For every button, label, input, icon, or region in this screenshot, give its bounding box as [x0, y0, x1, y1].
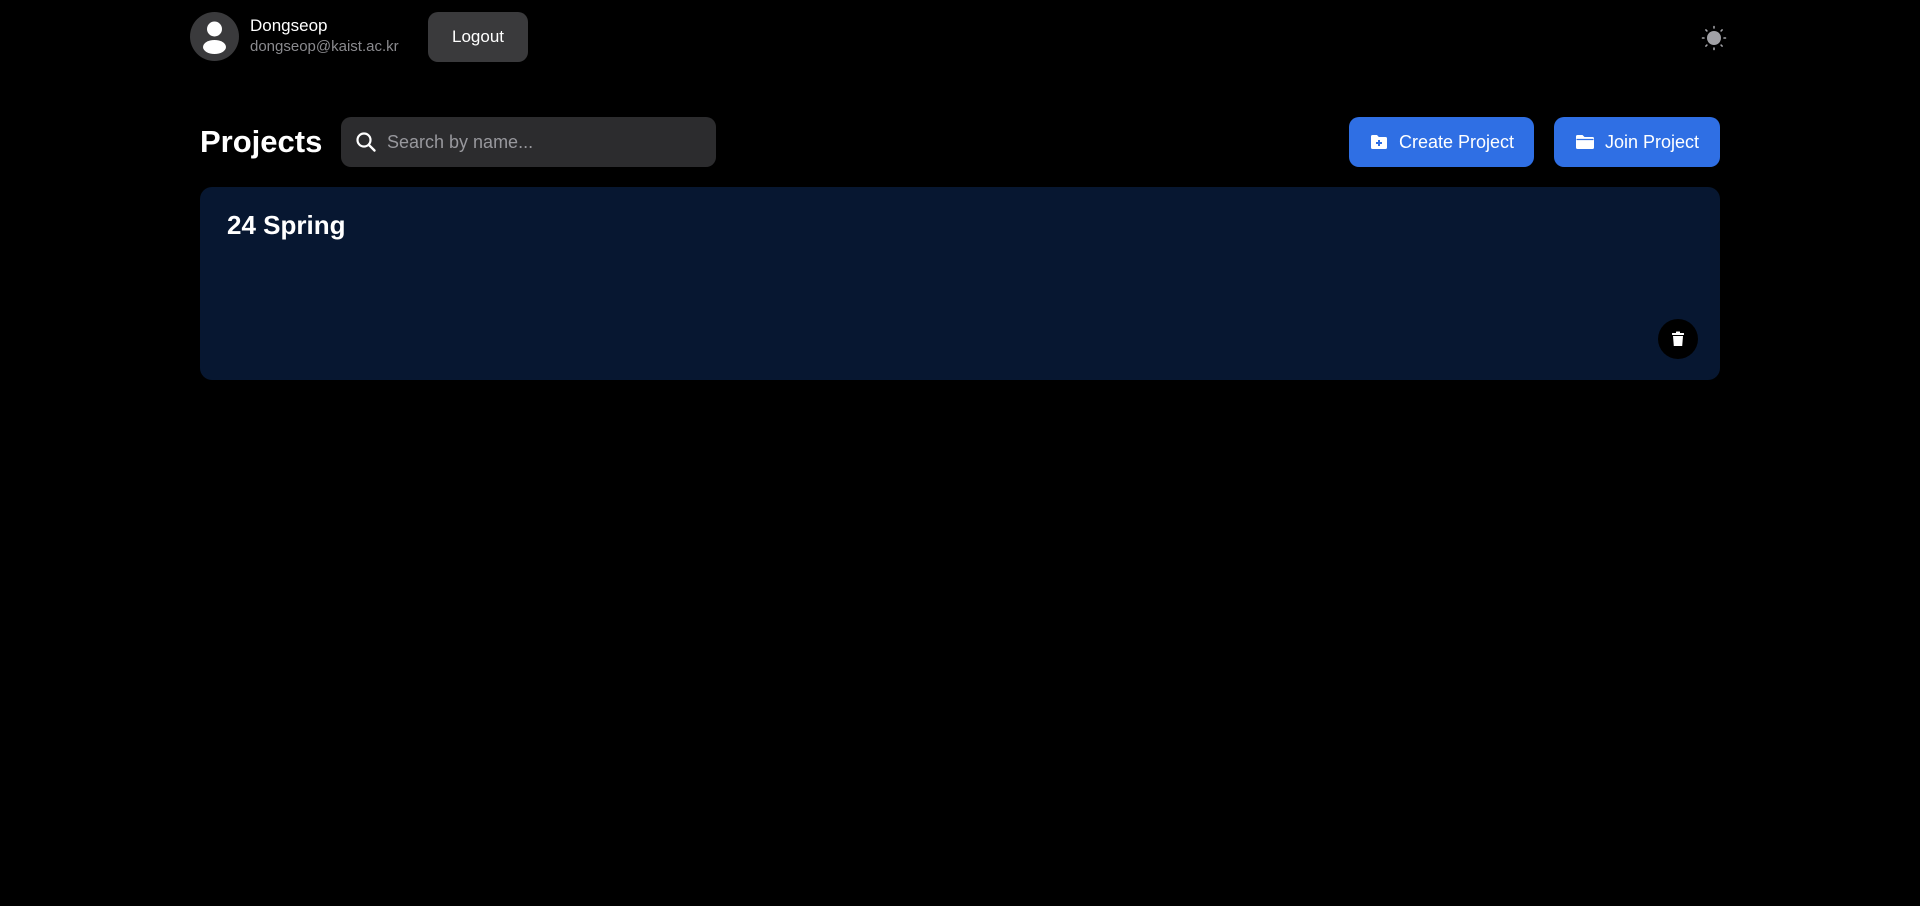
search-input[interactable] — [385, 130, 709, 154]
user-name: Dongseop — [250, 16, 328, 35]
logout-button[interactable]: Logout — [428, 12, 528, 62]
user-info: Dongseop dongseop@kaist.ac.kr — [250, 16, 399, 57]
create-project-label: Create Project — [1398, 131, 1515, 152]
user-silhouette-icon — [203, 21, 226, 54]
projects-page: Dongseop dongseop@kaist.ac.kr Logout Pro… — [0, 0, 1920, 906]
user-email: dongseop@kaist.ac.kr — [250, 38, 399, 55]
page-title: Projects — [200, 124, 323, 159]
delete-project-button[interactable] — [1658, 319, 1698, 359]
create-project-button[interactable]: Create Project — [1349, 117, 1534, 167]
join-project-label: Join Project — [1604, 131, 1700, 152]
project-card[interactable]: 24 Spring — [200, 187, 1720, 380]
theme-toggle-button[interactable] — [1700, 24, 1728, 52]
avatar[interactable] — [190, 12, 239, 61]
folder-icon — [1575, 132, 1595, 152]
folder-plus-icon — [1369, 132, 1389, 152]
join-project-button[interactable]: Join Project — [1554, 117, 1720, 167]
sun-icon — [1701, 25, 1727, 51]
search-box[interactable] — [341, 117, 716, 167]
project-name: 24 Spring — [227, 210, 346, 240]
trash-icon — [1672, 331, 1684, 346]
user-profile: Dongseop dongseop@kaist.ac.kr — [190, 12, 399, 61]
search-icon — [355, 131, 377, 153]
